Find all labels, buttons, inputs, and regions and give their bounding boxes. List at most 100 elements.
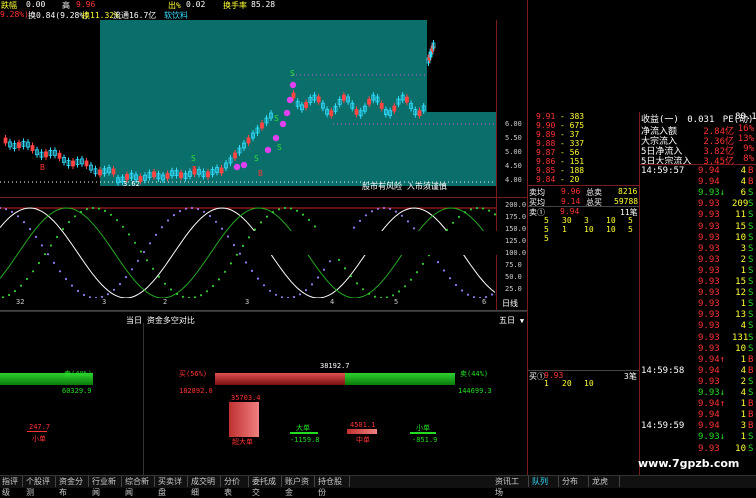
tick-row[interactable]: 9.94↑ 1 B <box>640 399 756 410</box>
osc-dot-green <box>469 208 473 211</box>
tick-row[interactable]: 9.93 4 S <box>640 321 756 332</box>
low-price-label: 3.62 <box>123 180 140 188</box>
tab-8[interactable]: 委托成交 <box>250 476 282 497</box>
tick-volume: 209 <box>732 199 749 210</box>
tick-row[interactable]: 9.93 15 S <box>640 222 756 233</box>
tick-row[interactable]: 14:59:58 9.94 4 B <box>640 366 756 377</box>
tick-row[interactable]: 9.93 1 S <box>640 266 756 277</box>
tab-0[interactable]: 指评级 <box>0 476 23 497</box>
tab-11[interactable]: 资讯工场 <box>493 476 529 497</box>
osc-xlabel: 6 <box>482 298 487 306</box>
tick-row[interactable]: 14:59:59 9.94 3 B <box>640 421 756 432</box>
osc-dot-green <box>151 267 155 270</box>
osc-dot-purple <box>298 293 302 296</box>
sell-level-volume: - 383 <box>560 112 585 121</box>
tick-volume: 1 <box>740 432 746 443</box>
tick-row[interactable]: 9.93↓ 6 S <box>640 188 756 199</box>
osc-dot-green <box>61 228 65 231</box>
tick-row[interactable]: 9.93 2 S <box>640 377 756 388</box>
osc-dot-green <box>217 278 221 281</box>
tick-row[interactable]: 9.93 12 S <box>640 288 756 299</box>
risk-watermark: 股市有风险 入市须谨慎 <box>362 182 447 191</box>
tab-4[interactable]: 综合新闻 <box>123 476 155 497</box>
osc-dot-purple <box>472 296 476 298</box>
queue-cell: 3 <box>584 216 589 225</box>
osc-dot-green <box>337 258 341 261</box>
signal-dot <box>233 163 241 171</box>
tick-row[interactable]: 9.93 13 S <box>640 310 756 321</box>
tab-14[interactable]: 龙虎 <box>590 476 620 487</box>
tab-9[interactable]: 账户资金 <box>283 476 315 497</box>
black-cutout <box>427 20 496 112</box>
value-out: 0.02 <box>186 0 206 9</box>
tab-12[interactable]: 队列 <box>530 476 559 487</box>
tick-row[interactable]: 9.93 2 S <box>640 255 756 266</box>
tick-row[interactable]: 9.93 209 S <box>640 199 756 210</box>
osc-dot-purple <box>328 260 332 263</box>
tick-row[interactable]: 9.93 1 S <box>640 299 756 310</box>
superlarge-label: 超大单 <box>232 438 253 446</box>
tick-row[interactable]: 9.94↑ 1 B <box>640 355 756 366</box>
tick-time: 14:59:58 <box>641 365 685 376</box>
oscillator-chart[interactable]: 200.0 175.0 150.0 125.0 100.0 75.0 50.0 25.0 32… <box>0 198 527 310</box>
osc-xlabel: 32 <box>16 298 25 306</box>
candle-body <box>44 151 48 158</box>
tick-row[interactable]: 9.93 10 S <box>640 344 756 355</box>
osc-dot-green <box>133 241 137 244</box>
tick-direction: S <box>748 277 754 287</box>
tick-row[interactable]: 9.93↓ 1 S <box>640 432 756 443</box>
tab-13[interactable]: 分布 <box>560 476 589 487</box>
osc-tick: 25.0 <box>505 285 522 293</box>
tick-row[interactable]: 14:59:57 9.94 4 B <box>640 166 756 177</box>
osc-dot-purple <box>208 214 212 218</box>
sell-level-row: 9.87 - 56 <box>528 148 639 157</box>
tick-row[interactable]: 9.93↓ 4 S <box>640 388 756 399</box>
tab-2[interactable]: 资金分布 <box>57 476 89 497</box>
osc-dot-green <box>391 294 395 297</box>
kline-chart[interactable]: BSBSSSSB 股市有风险 入市须谨慎 3.62 6.00 5.50 5.00 4.… <box>0 20 527 197</box>
osc-tick: 150.0 <box>505 225 527 233</box>
queue-cell: 5 <box>628 216 633 225</box>
tab-6[interactable]: 成交明细 <box>189 476 221 497</box>
osc-dot-green <box>355 282 359 285</box>
osc-dot-purple <box>136 259 140 262</box>
capital-period-select[interactable]: 五日 ▼ <box>499 315 524 326</box>
osc-dot-green <box>109 213 113 216</box>
sell-level-row: 9.86 - 151 <box>528 157 639 166</box>
tick-price: 9.93 <box>698 376 720 387</box>
tab-5[interactable]: 买卖详盘 <box>156 476 188 497</box>
tick-row[interactable]: 9.93 131 S <box>640 333 756 344</box>
tab-10[interactable]: 持仓股份 <box>316 476 350 497</box>
tick-row[interactable]: 9.93 15 S <box>640 277 756 288</box>
tab-3[interactable]: 行业新闻 <box>90 476 122 497</box>
osc-dot-green <box>313 225 317 228</box>
tick-row[interactable]: 9.94 4 B <box>640 177 756 188</box>
tick-row[interactable]: 9.94 1 B <box>640 410 756 421</box>
osc-dot-green <box>169 288 173 291</box>
signal-dot <box>272 134 280 142</box>
tick-row[interactable]: 9.93 11 S <box>640 210 756 221</box>
tick-row[interactable]: 9.93 3 S <box>640 244 756 255</box>
candle-body <box>98 169 102 176</box>
signal-dot <box>286 96 294 104</box>
osc-dot-purple <box>16 215 20 218</box>
queue-cell: 30 <box>562 216 572 225</box>
order-book: 9.91- 383 9.90- 675 9.89- 37 9.88- 337 9.87-… <box>528 112 639 262</box>
stats-panel: 收益(一) 0.031 PE(动) 80.1 净流入额 2.84亿 16% 大宗流入 2… <box>640 112 756 167</box>
tick-direction: S <box>748 388 754 398</box>
osc-dot-green <box>7 293 11 297</box>
signal-marker: S <box>191 154 196 163</box>
tab-7[interactable]: 分价表 <box>222 476 249 497</box>
osc-tick: 50.0 <box>505 273 522 281</box>
osc-dot-purple <box>238 252 242 255</box>
osc-dot-purple <box>196 207 200 211</box>
queue-cell: 10 <box>606 216 616 225</box>
tick-row[interactable]: 9.93 10 S <box>640 444 756 455</box>
candle-body <box>329 110 334 117</box>
tick-volume: 3 <box>740 243 746 254</box>
tab-1[interactable]: 个股评测 <box>24 476 56 497</box>
tick-row[interactable]: 9.93 10 S <box>640 233 756 244</box>
tick-price: 9.93 <box>698 221 720 232</box>
period-label[interactable]: 日线 <box>502 298 518 309</box>
osc-dot-purple <box>190 206 194 210</box>
